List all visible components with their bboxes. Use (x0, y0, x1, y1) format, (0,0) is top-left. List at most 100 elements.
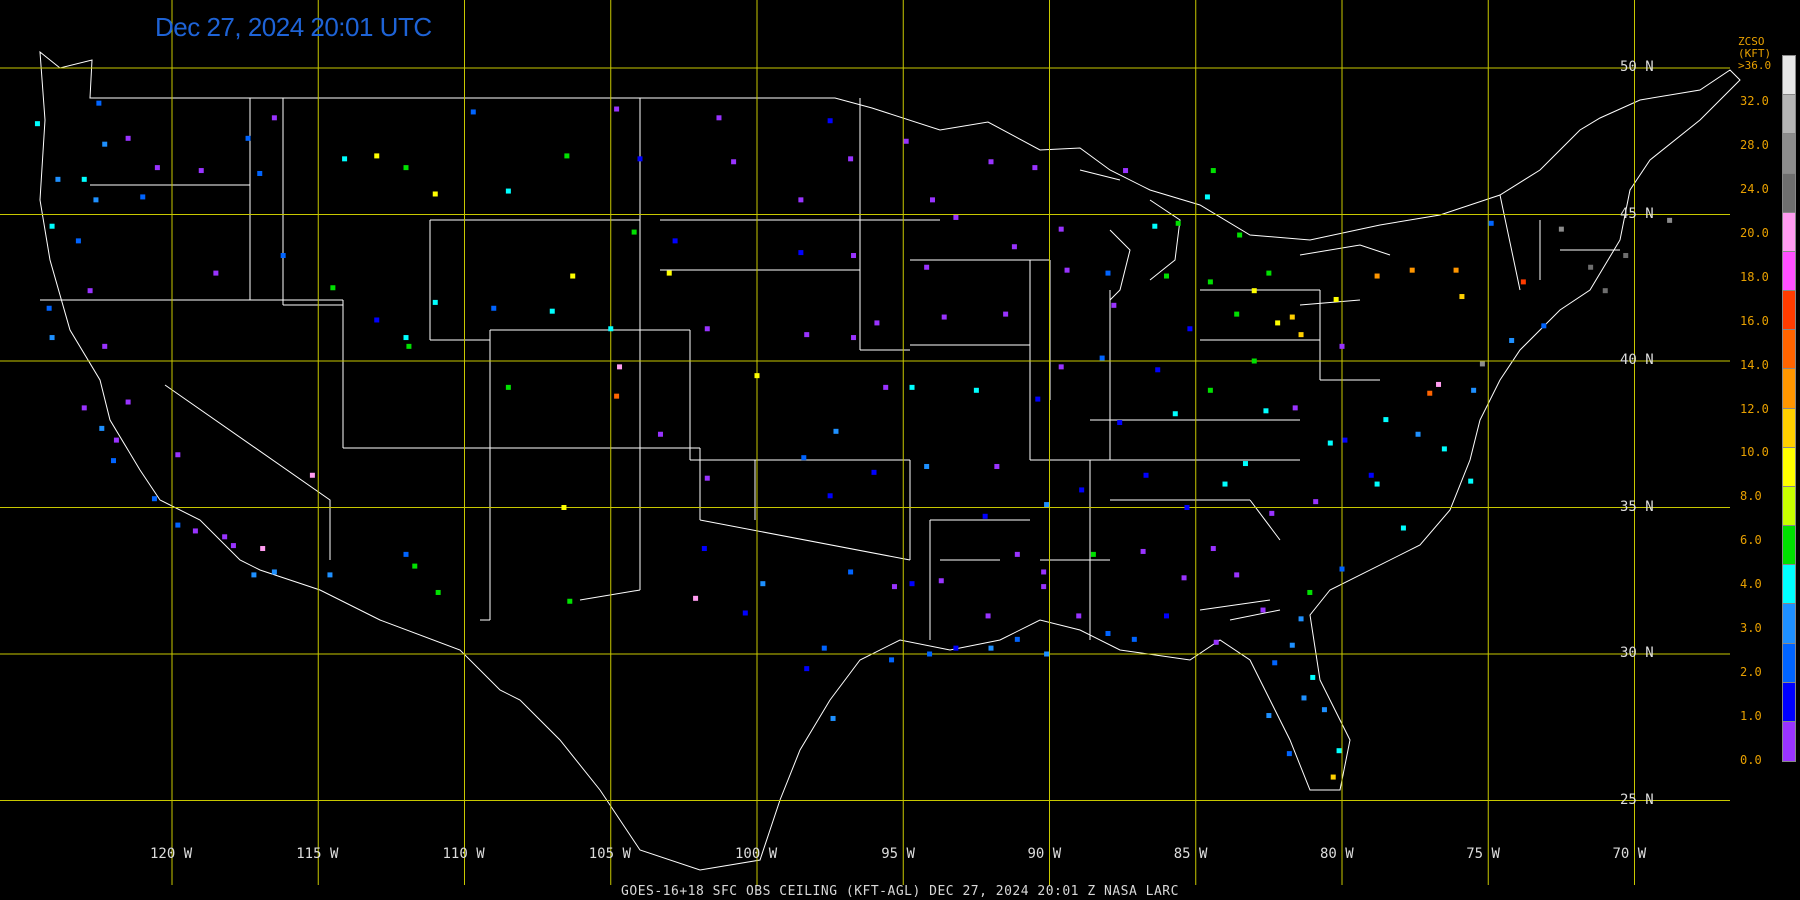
longitude-label: 110 W (442, 846, 485, 862)
station-marker (1155, 367, 1161, 373)
legend-label: 24.0 (1740, 181, 1769, 196)
station-marker (1044, 651, 1050, 657)
station-marker (889, 657, 895, 663)
station-marker (1014, 636, 1020, 642)
station-marker (821, 645, 827, 651)
station-marker (1237, 232, 1243, 238)
station-marker (1242, 461, 1248, 467)
longitude-label: 115 W (296, 846, 339, 862)
station-marker (871, 469, 877, 475)
station-marker (693, 595, 699, 601)
station-marker (1441, 446, 1447, 452)
station-marker (848, 156, 854, 162)
station-marker (608, 326, 614, 332)
station-marker (1321, 707, 1327, 713)
station-marker (1131, 636, 1137, 642)
latitude-label: 40 N (1620, 352, 1654, 368)
legend-label: 6.0 (1740, 533, 1762, 548)
station-marker (827, 493, 833, 499)
station-marker (102, 141, 108, 147)
station-marker (1207, 387, 1213, 393)
station-marker (1368, 472, 1374, 478)
station-marker (222, 534, 228, 540)
station-marker (1471, 387, 1477, 393)
station-marker (125, 135, 131, 141)
footer-caption: GOES-16+18 SFC OBS CEILING (KFT-AGL) DEC… (621, 884, 1179, 899)
station-marker (1298, 332, 1304, 338)
legend-label: 14.0 (1740, 357, 1769, 372)
station-marker (1459, 294, 1465, 300)
station-marker (848, 569, 854, 575)
station-marker (1436, 381, 1442, 387)
station-marker (1099, 355, 1105, 361)
station-marker (1339, 343, 1345, 349)
station-marker (435, 589, 441, 595)
station-marker (830, 715, 836, 721)
legend-label: 16.0 (1740, 313, 1769, 328)
station-marker (1400, 525, 1406, 531)
station-marker (985, 613, 991, 619)
legend-label: 8.0 (1740, 489, 1762, 504)
station-marker (245, 135, 251, 141)
station-marker (851, 253, 857, 259)
station-marker (1234, 311, 1240, 317)
station-marker (1286, 751, 1292, 757)
station-marker (46, 305, 52, 311)
station-marker (432, 191, 438, 197)
station-marker (330, 285, 336, 291)
latitude-label: 35 N (1620, 498, 1654, 515)
station-marker (1152, 223, 1158, 229)
legend-swatch (1782, 250, 1796, 292)
station-marker (1468, 478, 1474, 484)
station-marker (1260, 607, 1266, 613)
legend-swatch (1782, 720, 1796, 762)
station-marker (96, 100, 102, 106)
station-marker (175, 522, 181, 528)
station-marker (798, 250, 804, 256)
station-marker (924, 264, 930, 270)
legend-swatch (1782, 133, 1796, 175)
station-marker (1292, 405, 1298, 411)
station-marker (403, 551, 409, 557)
legend-swatch (1782, 211, 1796, 253)
station-marker (1207, 279, 1213, 285)
station-marker (672, 238, 678, 244)
station-marker (754, 373, 760, 379)
station-marker (1558, 226, 1564, 232)
station-marker (309, 472, 315, 478)
station-marker (637, 156, 643, 162)
station-marker (374, 317, 380, 323)
station-marker (505, 188, 511, 194)
station-marker (271, 569, 277, 575)
station-marker (564, 153, 570, 159)
station-marker (257, 170, 263, 176)
legend-label: 3.0 (1740, 621, 1762, 636)
station-marker (403, 335, 409, 341)
station-marker (81, 176, 87, 182)
station-marker (1204, 194, 1210, 200)
station-marker (505, 384, 511, 390)
legend-label: 0.0 (1740, 753, 1762, 767)
station-marker (1117, 420, 1123, 426)
station-marker (804, 332, 810, 338)
station-marker (1090, 551, 1096, 557)
station-marker (1409, 267, 1415, 273)
station-marker (1123, 168, 1129, 174)
station-marker (570, 273, 576, 279)
legend-label: 28.0 (1740, 137, 1769, 152)
station-marker (938, 578, 944, 584)
station-marker (432, 299, 438, 305)
station-marker (1301, 695, 1307, 701)
station-marker (1330, 774, 1336, 780)
station-marker (1541, 323, 1547, 329)
station-marker (1327, 440, 1333, 446)
station-marker (1175, 220, 1181, 226)
station-marker (198, 168, 204, 174)
longitude-label: 80 W (1320, 846, 1354, 862)
station-marker (1035, 396, 1041, 402)
station-marker (1374, 481, 1380, 487)
legend-label: 4.0 (1740, 577, 1762, 592)
legend-label: 1.0 (1740, 709, 1762, 724)
legend-label: 18.0 (1740, 269, 1769, 284)
legend-swatch (1782, 485, 1796, 527)
